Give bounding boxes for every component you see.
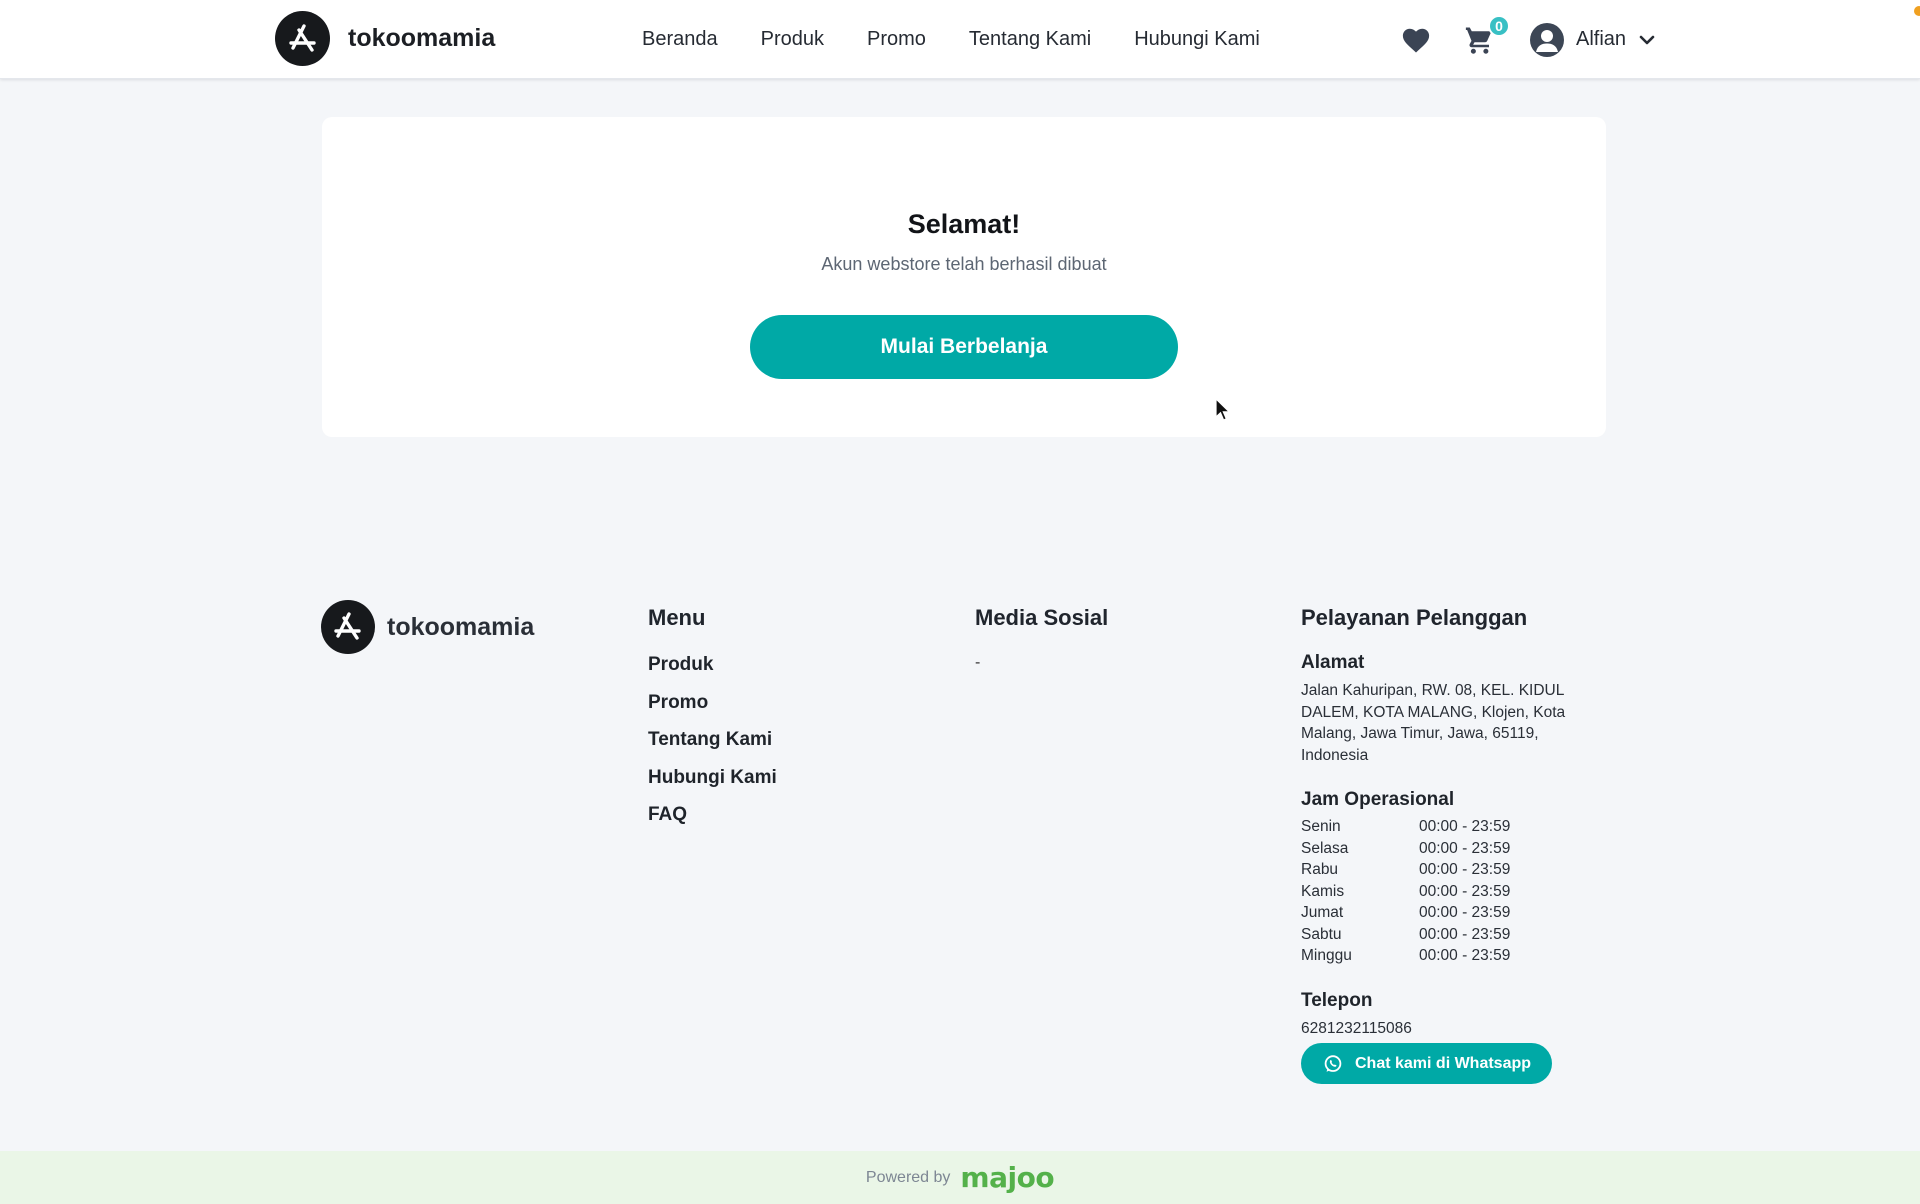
address-label: Alamat [1301,652,1365,673]
cart-icon[interactable]: 0 [1462,14,1510,57]
user-menu[interactable]: Alfian [1530,22,1656,57]
footer-menu-title: Menu [648,605,706,630]
powered-by-bar: Powered by majoo [0,1151,1920,1204]
hours-label: Jam Operasional [1301,789,1455,810]
majoo-logo[interactable]: majoo [960,1161,1054,1194]
whatsapp-icon [1324,1054,1342,1072]
main-nav: Beranda Produk Promo Tentang Kami Hubung… [642,0,1303,79]
footer-menu-item: Promo [648,692,777,730]
footer-brand: tokoomamia [321,600,534,654]
powered-by-text: Powered by [865,1168,951,1186]
whatsapp-button-label: Chat kami di Whatsapp [1355,1054,1532,1072]
footer-social-title: Media Sosial [975,605,1109,630]
hours-time: 00:00 - 23:59 [1419,904,1511,921]
hours-day: Senin [1301,818,1341,835]
cart-count-badge: 0 [1488,14,1510,37]
service-title: Pelayanan Pelanggan [1301,605,1528,630]
footer-logo-icon [321,600,375,654]
address-text: Jalan Kahuripan, RW. 08, KEL. KIDUL DALE… [1301,682,1566,764]
social-links-empty: - [975,654,981,671]
chevron-down-icon [1639,35,1655,44]
hours-day: Sabtu [1301,925,1342,943]
nav-promo[interactable]: Promo [867,28,926,51]
footer-link-hubungi-kami[interactable]: Hubungi Kami [648,767,777,788]
footer-menu-list: Produk Promo Tentang Kami Hubungi Kami F… [648,654,777,842]
start-shopping-button[interactable]: Mulai Berbelanja [750,315,1178,379]
success-title: Selamat! [907,209,1021,239]
mouse-pointer-icon [1215,398,1231,421]
user-name: Alfian [1576,28,1627,50]
success-card: Selamat! Akun webstore telah berhasil di… [322,117,1606,437]
footer-menu-item: FAQ [648,804,777,842]
hours-table: Senin 00:00 - 23:59 Selasa 00:00 - 23:59 R… [1301,816,1601,967]
footer-link-produk[interactable]: Produk [648,654,713,675]
hours-time: 00:00 - 23:59 [1419,818,1511,835]
hours-time: 00:00 - 23:59 [1419,839,1511,857]
phone-number: 6281232115086 [1301,1019,1412,1037]
brand-link[interactable]: tokoomamia [275,11,495,66]
hours-time: 00:00 - 23:59 [1419,882,1511,900]
footer-link-faq[interactable]: FAQ [648,804,687,825]
footer-menu-item: Produk [648,654,777,692]
site-header: tokoomamia Beranda Produk Promo Tentang … [0,0,1920,79]
footer-link-promo[interactable]: Promo [648,692,708,713]
hours-time: 00:00 - 23:59 [1419,947,1511,964]
user-avatar-icon [1530,22,1564,57]
notification-dot [1914,6,1920,16]
whatsapp-chat-button[interactable]: Chat kami di Whatsapp [1301,1043,1553,1084]
footer-menu-item: Hubungi Kami [648,767,777,805]
nav-produk[interactable]: Produk [761,28,824,51]
header-actions: 0 Alfian [1400,0,1656,79]
nav-tentang-kami[interactable]: Tentang Kami [969,28,1091,51]
hours-day: Selasa [1301,839,1349,857]
store-logo-icon [275,11,330,66]
hours-day: Kamis [1301,882,1345,900]
hours-day: Rabu [1301,861,1339,878]
brand-name: tokoomamia [348,24,496,52]
footer-menu-item: Tentang Kami [648,729,777,767]
footer-link-tentang-kami[interactable]: Tentang Kami [648,729,772,750]
customer-service: Pelayanan Pelanggan Alamat Jalan Kahurip… [1301,600,1601,1084]
hours-day: Minggu [1301,947,1352,964]
hours-time: 00:00 - 23:59 [1419,861,1511,878]
heart-icon[interactable] [1400,24,1432,56]
footer-brand-name: tokoomamia [387,612,535,641]
success-subtitle: Akun webstore telah berhasil dibuat [821,254,1107,274]
nav-beranda[interactable]: Beranda [642,28,718,51]
hours-time: 00:00 - 23:59 [1419,925,1511,943]
phone-label: Telepon [1301,989,1373,1011]
nav-hubungi-kami[interactable]: Hubungi Kami [1134,28,1260,51]
hours-day: Jumat [1301,904,1344,921]
